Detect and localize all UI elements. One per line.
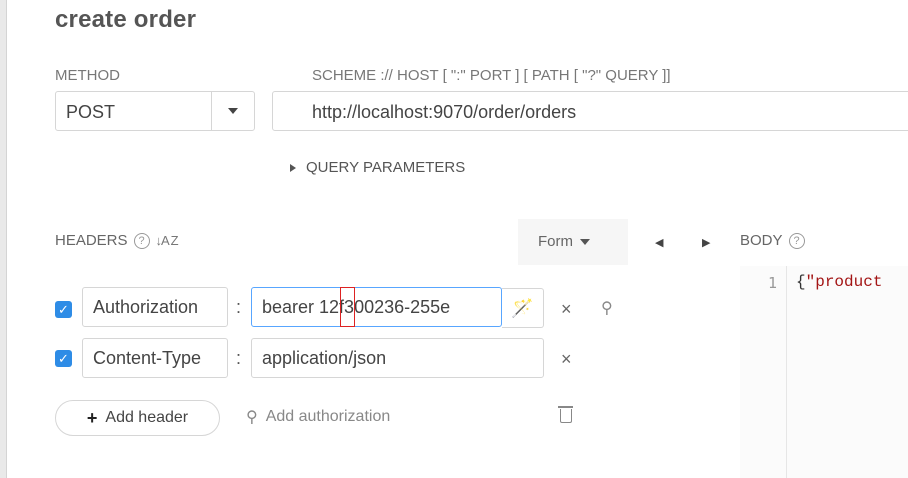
body-header: BODY ?	[740, 232, 805, 249]
header-value-text: bearer 12f300236-255e	[262, 297, 451, 317]
url-value: http://localhost:9070/order/orders	[312, 102, 577, 122]
header-name-value: Authorization	[93, 297, 199, 317]
close-icon[interactable]: ×	[561, 349, 572, 370]
header-name-input[interactable]: Content-Type	[82, 338, 228, 378]
header-name-input[interactable]: Authorization	[82, 287, 228, 327]
expand-arrow-icon	[290, 163, 296, 172]
plus-icon: +	[86, 407, 98, 428]
nav-prev-icon[interactable]: ◀	[655, 236, 663, 249]
header-enabled-checkbox[interactable]: ✓	[55, 301, 72, 318]
code-string: "product	[805, 273, 883, 291]
magic-wand-button[interactable]: 🪄	[502, 288, 544, 328]
header-value-input[interactable]: application/json	[251, 338, 544, 378]
header-value-text: application/json	[262, 348, 387, 368]
nav-next-icon[interactable]: ▶	[702, 236, 710, 249]
header-name-value: Content-Type	[93, 348, 202, 368]
method-dropdown-button[interactable]	[211, 92, 254, 130]
method-select[interactable]: POST	[55, 91, 255, 131]
query-parameters-label: QUERY PARAMETERS	[306, 159, 466, 176]
header-separator: :	[236, 297, 242, 317]
help-icon[interactable]: ?	[133, 232, 150, 249]
header-value-input[interactable]: bearer 12f300236-255e	[251, 287, 502, 327]
body-format-dropdown[interactable]: Form	[538, 233, 590, 250]
body-format-label: Form	[538, 233, 573, 250]
add-header-label: Add header	[105, 409, 189, 426]
page-title: create order	[55, 6, 197, 33]
method-value: POST	[66, 102, 116, 122]
line-number: 1	[768, 274, 778, 292]
header-enabled-checkbox[interactable]: ✓	[55, 350, 72, 367]
key-icon: ⚲	[246, 409, 258, 426]
url-format-label: SCHEME :// HOST [ ":" PORT ] [ PATH [ "?…	[312, 67, 671, 84]
code-line[interactable]: {"product	[796, 273, 882, 291]
magic-wand-icon: 🪄	[511, 297, 534, 318]
method-label: METHOD	[55, 67, 120, 84]
window-left-edge	[0, 0, 7, 478]
code-brace: {	[796, 273, 806, 291]
trash-icon[interactable]	[558, 406, 573, 423]
header-separator: :	[236, 348, 242, 368]
url-input[interactable]: http://localhost:9070/order/orders	[272, 91, 908, 131]
check-icon: ✓	[58, 350, 69, 366]
check-icon: ✓	[58, 301, 69, 317]
help-icon[interactable]: ?	[788, 232, 805, 249]
editor-gutter	[740, 266, 787, 478]
body-label: BODY	[740, 232, 783, 249]
add-authorization-link[interactable]: ⚲ Add authorization	[246, 407, 390, 427]
headers-header: HEADERS ? ↓A Z	[55, 232, 179, 249]
chevron-down-icon	[228, 108, 238, 114]
headers-label: HEADERS	[55, 232, 128, 249]
close-icon[interactable]: ×	[561, 299, 572, 320]
add-authorization-label: Add authorization	[265, 408, 391, 425]
key-icon[interactable]: ⚲	[601, 298, 613, 318]
query-parameters-toggle[interactable]: QUERY PARAMETERS	[290, 159, 465, 176]
add-header-button[interactable]: + Add header	[55, 400, 220, 436]
highlight-marker	[340, 287, 355, 327]
chevron-down-icon	[580, 238, 590, 245]
sort-alpha-icon[interactable]: ↓A Z	[156, 233, 179, 248]
